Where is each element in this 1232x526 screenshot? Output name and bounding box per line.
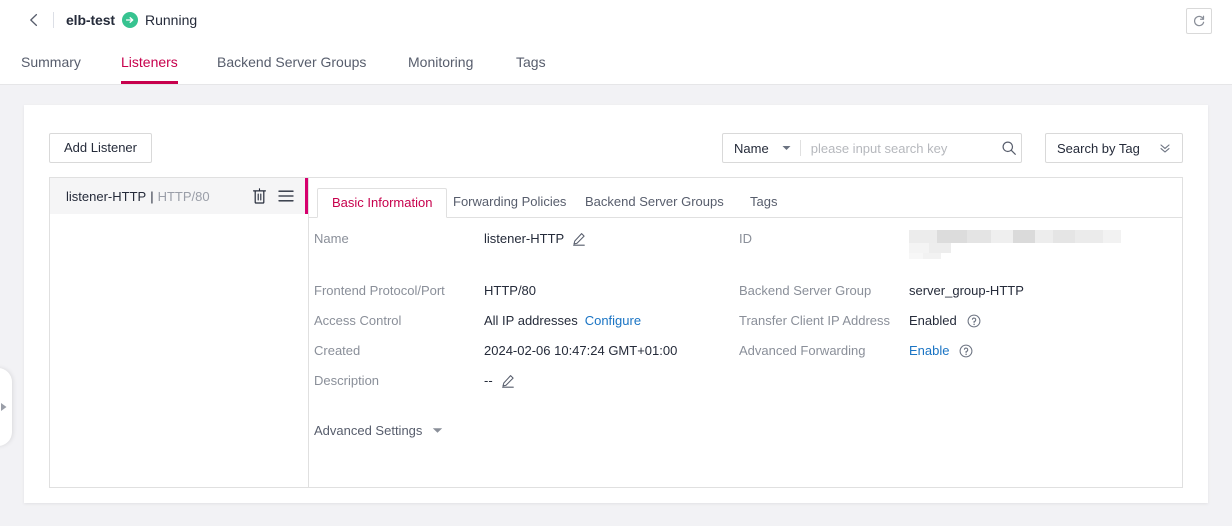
description-value: --	[484, 370, 493, 392]
info-label-created: Created	[314, 340, 360, 362]
info-row-frontend-protocol-port: Frontend Protocol/Port HTTP/80	[314, 280, 754, 310]
basic-info-left-column: Name listener-HTTP Fron	[314, 228, 754, 400]
info-row-backend-server-group: Backend Server Group server_group-HTTP	[739, 280, 1189, 310]
refresh-button[interactable]	[1186, 8, 1212, 34]
transfer-client-ip-value: Enabled	[909, 310, 957, 332]
info-value-transfer-client-ip: Enabled	[909, 310, 981, 332]
listener-detail-pane: Basic Information Forwarding Policies Ba…	[309, 178, 1182, 487]
info-label-frontend-protocol-port: Frontend Protocol/Port	[314, 280, 445, 302]
tab-tags[interactable]: Tags	[516, 40, 546, 84]
search-input[interactable]	[801, 134, 997, 162]
caret-down-icon	[782, 145, 791, 151]
sidebar-expand-handle[interactable]	[0, 368, 12, 446]
tab-listeners[interactable]: Listeners	[121, 40, 178, 84]
search-filter-value: Name	[734, 141, 769, 156]
question-help-icon[interactable]	[959, 344, 973, 358]
detail-tab-backend-server-groups[interactable]: Backend Server Groups	[571, 188, 738, 218]
info-label-name: Name	[314, 228, 349, 250]
info-label-advanced-forwarding: Advanced Forwarding	[739, 340, 865, 362]
detail-tab-tags[interactable]: Tags	[736, 188, 791, 218]
info-row-transfer-client-ip: Transfer Client IP Address Enabled	[739, 310, 1189, 340]
redacted-id-value	[909, 225, 1125, 258]
listener-separator: |	[150, 189, 153, 204]
search-by-tag-label: Search by Tag	[1057, 141, 1140, 156]
info-label-transfer-client-ip: Transfer Client IP Address	[739, 310, 890, 332]
listener-actions	[252, 178, 294, 214]
double-chevron-down-icon	[1159, 142, 1171, 154]
caret-down-icon	[432, 427, 443, 434]
page-title: elb-test	[66, 12, 115, 28]
listener-protocol-port: HTTP/80	[158, 189, 210, 204]
triangle-right-icon	[0, 402, 8, 412]
info-row-id: ID	[739, 228, 1189, 280]
search-bar: Name	[722, 133, 1022, 163]
info-value-created: 2024-02-06 10:47:24 GMT+01:00	[484, 340, 677, 362]
info-row-name: Name listener-HTTP	[314, 228, 754, 280]
info-value-backend-server-group: server_group-HTTP	[909, 280, 1024, 302]
listener-detail-split: listener-HTTP | HTTP/80	[49, 177, 1183, 488]
detail-tab-bar: Basic Information Forwarding Policies Ba…	[309, 188, 1182, 218]
info-row-advanced-forwarding: Advanced Forwarding Enable	[739, 340, 1189, 370]
info-value-access-control: All IP addresses Configure	[484, 310, 641, 332]
list-item[interactable]: listener-HTTP | HTTP/80	[50, 178, 308, 214]
access-control-value: All IP addresses	[484, 310, 578, 332]
trash-icon[interactable]	[252, 188, 267, 204]
info-label-backend-server-group: Backend Server Group	[739, 280, 871, 302]
question-help-icon[interactable]	[967, 314, 981, 328]
search-filter-select[interactable]: Name	[723, 134, 800, 162]
pencil-edit-icon[interactable]	[501, 374, 515, 388]
pencil-edit-icon[interactable]	[572, 232, 586, 246]
info-label-id: ID	[739, 228, 752, 250]
info-label-access-control: Access Control	[314, 310, 401, 332]
search-by-tag-button[interactable]: Search by Tag	[1045, 133, 1183, 163]
tab-backend-server-groups[interactable]: Backend Server Groups	[217, 40, 366, 84]
selected-indicator-bar	[305, 178, 308, 214]
info-row-created: Created 2024-02-06 10:47:24 GMT+01:00	[314, 340, 754, 370]
status-badge: Running	[145, 12, 197, 28]
listener-name-value: listener-HTTP	[484, 228, 564, 250]
info-row-description: Description --	[314, 370, 754, 400]
search-icon[interactable]	[997, 134, 1021, 162]
info-value-advanced-forwarding: Enable	[909, 340, 973, 362]
listener-list: listener-HTTP | HTTP/80	[50, 178, 309, 487]
listener-detail-page: elb-test Running Summary Listeners Backe…	[0, 0, 1232, 526]
advanced-settings-toggle[interactable]: Advanced Settings	[314, 423, 443, 438]
hamburger-menu-icon[interactable]	[278, 189, 294, 203]
configure-link[interactable]: Configure	[585, 310, 641, 332]
add-listener-button[interactable]: Add Listener	[49, 133, 152, 163]
enable-advanced-forwarding-link[interactable]: Enable	[909, 340, 949, 362]
info-label-description: Description	[314, 370, 379, 392]
info-value-name: listener-HTTP	[484, 228, 586, 250]
listener-name: listener-HTTP	[66, 189, 146, 204]
listeners-card: Add Listener Name Search by Tag	[24, 105, 1208, 503]
info-value-description: --	[484, 370, 515, 392]
advanced-settings-label: Advanced Settings	[314, 423, 422, 438]
detail-tab-forwarding-policies[interactable]: Forwarding Policies	[439, 188, 580, 218]
tab-monitoring[interactable]: Monitoring	[408, 40, 473, 84]
info-row-access-control: Access Control All IP addresses Configur…	[314, 310, 754, 340]
back-button[interactable]	[25, 11, 43, 29]
detail-tab-basic-information[interactable]: Basic Information	[317, 188, 447, 218]
basic-info-right-column: ID	[739, 228, 1189, 370]
header-divider	[53, 12, 54, 28]
info-value-frontend-protocol-port: HTTP/80	[484, 280, 536, 302]
tab-summary[interactable]: Summary	[21, 40, 81, 84]
running-arrow-icon	[122, 12, 138, 28]
page-header: elb-test Running	[0, 0, 1232, 40]
main-tab-bar: Summary Listeners Backend Server Groups …	[0, 40, 1232, 85]
